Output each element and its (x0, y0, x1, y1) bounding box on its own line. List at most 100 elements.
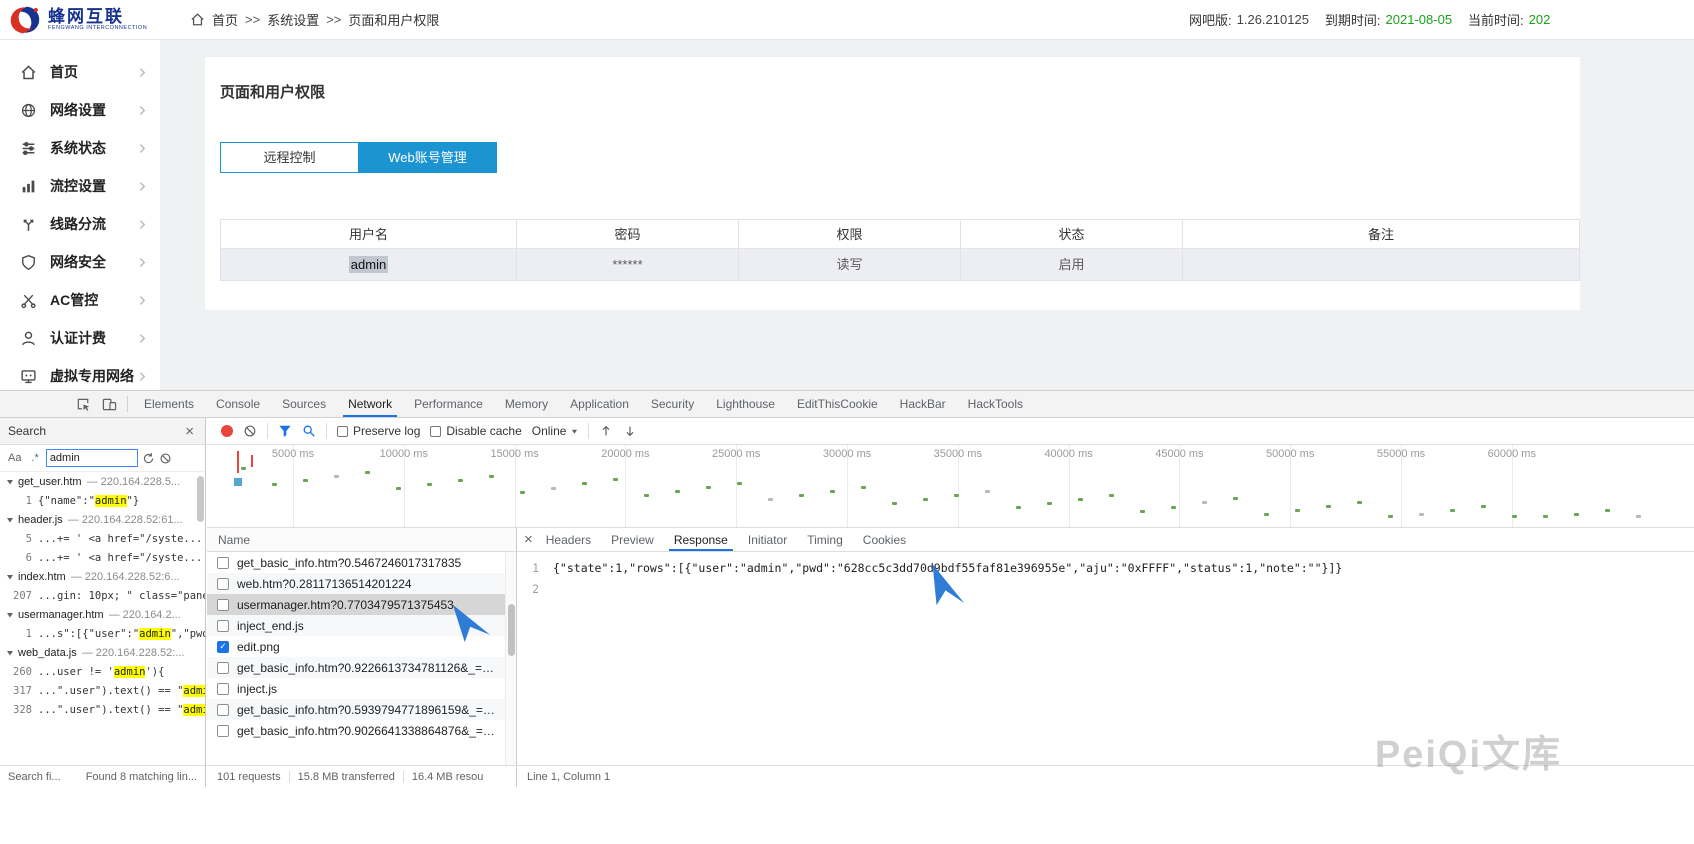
file-name: web_data.js (18, 647, 77, 659)
device-toolbar-icon[interactable] (96, 391, 122, 417)
sidebar-item-system-status[interactable]: 系统状态 (0, 129, 160, 167)
request-checkbox[interactable] (217, 662, 229, 674)
timeline-overview[interactable]: 5000 ms10000 ms15000 ms20000 ms25000 ms3… (207, 445, 1694, 528)
request-row[interactable]: get_basic_info.htm?0.9026641338864876&_=… (207, 720, 516, 741)
disable-cache-checkbox[interactable]: Disable cache (430, 424, 521, 438)
breadcrumb-system-settings[interactable]: 系统设置 (267, 10, 319, 29)
request-list-header[interactable]: Name (207, 528, 516, 552)
devtools-tab-lighthouse[interactable]: Lighthouse (705, 391, 786, 417)
sidebar-item-ac-control[interactable]: AC管控 (0, 281, 160, 319)
request-checkbox[interactable] (217, 641, 229, 653)
preserve-log-checkbox[interactable]: Preserve log (337, 424, 420, 438)
response-tab-preview[interactable]: Preview (601, 528, 664, 551)
breadcrumb: 首页 >> 系统设置 >> 页面和用户权限 (190, 10, 439, 29)
match-case-toggle[interactable]: Aa (5, 451, 24, 465)
search-input[interactable] (46, 449, 138, 467)
search-match-row[interactable]: 317...".user").text() == "admin... (0, 681, 205, 700)
search-match-row[interactable]: 5...+= ' <a href="/syste... (0, 529, 205, 548)
network-toolbar: Preserve log Disable cache Online (207, 418, 1694, 445)
close-icon[interactable]: × (182, 424, 197, 439)
clear-icon[interactable] (159, 452, 172, 465)
search-status: Search fi... (8, 771, 61, 783)
request-row[interactable]: inject.js (207, 678, 516, 699)
devtools-tab-application[interactable]: Application (559, 391, 640, 417)
search-icon[interactable] (302, 424, 316, 438)
sidebar-item-flow-control[interactable]: 流控设置 (0, 167, 160, 205)
request-checkbox[interactable] (217, 683, 229, 695)
response-tab-initiator[interactable]: Initiator (738, 528, 797, 551)
checkbox[interactable] (430, 426, 441, 437)
response-tab-timing[interactable]: Timing (797, 528, 853, 551)
response-tab-cookies[interactable]: Cookies (853, 528, 916, 551)
request-checkbox[interactable] (217, 620, 229, 632)
sidebar-item-auth-billing[interactable]: 认证计费 (0, 319, 160, 357)
search-pane-title: Search (8, 424, 46, 438)
search-match-row[interactable]: 207...gin: 10px; " class="pane... (0, 586, 205, 605)
devtools-tab-memory[interactable]: Memory (494, 391, 559, 417)
regex-toggle[interactable]: .* (28, 451, 41, 465)
scrollbar-thumb[interactable] (508, 604, 515, 656)
devtools-tab-sources[interactable]: Sources (271, 391, 337, 417)
sidebar-item-home[interactable]: 首页 (0, 53, 160, 91)
devtools-tab-console[interactable]: Console (205, 391, 271, 417)
search-file-row[interactable]: usermanager.htm— 220.164.2... (0, 605, 205, 624)
tab-web-account[interactable]: Web账号管理 (358, 142, 497, 173)
devtools-tab-hacktools[interactable]: HackTools (957, 391, 1034, 417)
request-checkbox[interactable] (217, 578, 229, 590)
request-list: Name get_basic_info.htm?0.54672460173178… (207, 528, 517, 765)
devtools-tab-editthiscookie[interactable]: EditThisCookie (786, 391, 889, 417)
request-checkbox[interactable] (217, 704, 229, 716)
search-file-row[interactable]: web_data.js— 220.164.228.52:... (0, 643, 205, 662)
throttling-select[interactable]: Online (532, 424, 579, 438)
response-tab-response[interactable]: Response (664, 528, 738, 551)
filter-icon[interactable] (278, 424, 292, 438)
search-match-row[interactable]: 6...+= ' <a href="/syste... (0, 548, 205, 567)
timeline-request-dot (334, 475, 339, 478)
import-har-icon[interactable] (599, 424, 613, 438)
request-row[interactable]: get_basic_info.htm?0.9226613734781126&_=… (207, 657, 516, 678)
devtools-tab-network[interactable]: Network (337, 391, 403, 417)
record-button[interactable] (221, 425, 233, 437)
devtools-tab-hackbar[interactable]: HackBar (889, 391, 957, 417)
line-number: 1 (8, 628, 32, 640)
devtools-tabbar: ElementsConsoleSourcesNetworkPerformance… (0, 391, 1694, 418)
devtools-tab-performance[interactable]: Performance (403, 391, 494, 417)
scrollbar[interactable] (505, 552, 516, 765)
request-checkbox[interactable] (217, 725, 229, 737)
request-row[interactable]: get_basic_info.htm?0.5467246017317835 (207, 552, 516, 573)
request-checkbox[interactable] (217, 557, 229, 569)
column-header: 权限 (739, 219, 961, 249)
tab-remote-control[interactable]: 远程控制 (220, 142, 359, 173)
search-match-row[interactable]: 1...s":[{"user":"admin","pwd":"... (0, 624, 205, 643)
sidebar-item-network-security[interactable]: 网络安全 (0, 243, 160, 281)
search-file-row[interactable]: get_user.htm— 220.164.228.5... (0, 472, 205, 491)
column-header: 密码 (517, 219, 739, 249)
request-row[interactable]: get_basic_info.htm?0.5939794771896159&_=… (207, 699, 516, 720)
column-header: 备注 (1183, 219, 1580, 249)
request-row[interactable]: web.htm?0.28117136514201224 (207, 573, 516, 594)
sidebar-item-vpn[interactable]: 虚拟专用网络 (0, 357, 160, 390)
inspect-icon[interactable] (70, 391, 96, 417)
scrollbar-thumb[interactable] (197, 476, 204, 522)
search-match-row[interactable]: 260...user != 'admin'){ (0, 662, 205, 681)
close-icon[interactable]: × (521, 532, 536, 547)
line-number: 5 (8, 533, 32, 545)
request-checkbox[interactable] (217, 599, 229, 611)
response-tab-headers[interactable]: Headers (536, 528, 601, 551)
checkbox[interactable] (337, 426, 348, 437)
sidebar-item-network-settings[interactable]: 网络设置 (0, 91, 160, 129)
column-header: 状态 (961, 219, 1183, 249)
breadcrumb-home[interactable]: 首页 (212, 10, 238, 29)
search-match-row[interactable]: 1{"name":"admin"} (0, 491, 205, 510)
clear-network-log-icon[interactable] (243, 424, 257, 438)
export-har-icon[interactable] (623, 424, 637, 438)
devtools-tab-elements[interactable]: Elements (133, 391, 205, 417)
file-host: — 220.164.228.5... (87, 476, 181, 488)
devtools-tab-security[interactable]: Security (640, 391, 705, 417)
search-file-row[interactable]: index.htm— 220.164.228.52:6... (0, 567, 205, 586)
search-match-row[interactable]: 328...".user").text() == "admin... (0, 700, 205, 719)
sidebar-item-line-split[interactable]: 线路分流 (0, 205, 160, 243)
refresh-icon[interactable] (142, 452, 155, 465)
search-file-row[interactable]: header.js— 220.164.228.52:61... (0, 510, 205, 529)
name-column-header[interactable]: Name (218, 533, 250, 547)
